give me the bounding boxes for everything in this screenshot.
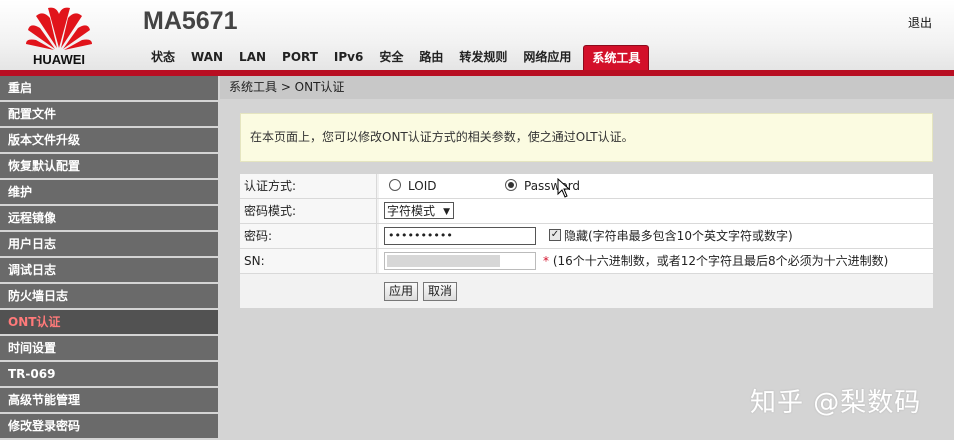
sidebar-item-ont-auth[interactable]: ONT认证 — [0, 310, 218, 334]
required-marker: * — [543, 254, 549, 268]
sidebar-item-restore-defaults[interactable]: 恢复默认配置 — [0, 154, 218, 178]
password-mode-label: 密码模式: — [240, 199, 377, 223]
top-nav: 状态 WAN LAN PORT IPv6 安全 路由 转发规则 网络应用 系统工… — [143, 45, 650, 70]
hide-password-checkbox[interactable]: ✓ — [549, 229, 561, 241]
sn-hint: * (16个十六进制数，或者12个字符且最后8个必须为十六进制数) — [543, 254, 889, 268]
huawei-petals-icon — [26, 7, 92, 50]
auth-method-label: 认证方式: — [240, 174, 377, 198]
breadcrumb-bar: 系统工具 > ONT认证 — [220, 76, 954, 99]
product-title: MA5671 — [143, 7, 238, 35]
password-input[interactable]: •••••••••• — [384, 227, 536, 245]
hide-password-hint: 隐藏(字符串最多包含10个英文字符或数字) — [564, 229, 793, 243]
password-radio[interactable] — [505, 179, 517, 191]
sn-row: SN: * (16个十六进制数，或者12个字符且最后8个必须为十六进制数) — [240, 249, 933, 274]
password-radio-label: Password — [524, 179, 581, 193]
sidebar-item-reboot[interactable]: 重启 — [0, 76, 218, 100]
sidebar-item-config-file[interactable]: 配置文件 — [0, 102, 218, 126]
breadcrumb: 系统工具 > ONT认证 — [229, 80, 345, 94]
sidebar-item-firmware-upgrade[interactable]: 版本文件升级 — [0, 128, 218, 152]
logout-link[interactable]: 退出 — [908, 14, 932, 31]
password-label: 密码: — [240, 224, 377, 248]
loid-radio[interactable] — [389, 179, 401, 191]
nav-network-apps[interactable]: 网络应用 — [515, 45, 579, 69]
nav-port[interactable]: PORT — [274, 45, 326, 69]
nav-lan[interactable]: LAN — [231, 45, 274, 69]
info-banner: 在本页面上，您可以修改ONT认证方式的相关参数，使之通过OLT认证。 — [240, 113, 933, 162]
sidebar-item-remote-mirror[interactable]: 远程镜像 — [0, 206, 218, 230]
sidebar-item-firewall-log[interactable]: 防火墙日志 — [0, 284, 218, 308]
sidebar-item-power-saving[interactable]: 高级节能管理 — [0, 388, 218, 412]
nav-status[interactable]: 状态 — [143, 45, 183, 69]
nav-wan[interactable]: WAN — [183, 45, 231, 69]
password-mode-row: 密码模式: 字符模式 ▼ — [240, 199, 933, 224]
button-row: 应用 取消 — [240, 274, 933, 308]
nav-security[interactable]: 安全 — [371, 45, 411, 69]
password-row: 密码: •••••••••• ✓ 隐藏(字符串最多包含10个英文字符或数字) — [240, 224, 933, 249]
ont-auth-form: 认证方式: LOID Password 密码模式: 字符模式 ▼ 密码: •••… — [240, 174, 933, 308]
sn-input[interactable] — [384, 252, 536, 270]
sidebar-item-debug-log[interactable]: 调试日志 — [0, 258, 218, 282]
password-mode-select[interactable]: 字符模式 ▼ — [384, 202, 454, 219]
nav-forward-rules[interactable]: 转发规则 — [451, 45, 515, 69]
sidebar-item-change-login-password[interactable]: 修改登录密码 — [0, 414, 218, 438]
sn-redacted-value — [387, 255, 500, 267]
sidebar-item-time-settings[interactable]: 时间设置 — [0, 336, 218, 360]
huawei-logo: HUAWEI — [18, 4, 100, 67]
header: HUAWEI MA5671 退出 状态 WAN LAN PORT IPv6 安全… — [0, 0, 954, 72]
auth-method-row: 认证方式: LOID Password — [240, 174, 933, 199]
sidebar-item-maintenance[interactable]: 维护 — [0, 180, 218, 204]
nav-route[interactable]: 路由 — [411, 45, 451, 69]
nav-ipv6[interactable]: IPv6 — [326, 45, 371, 69]
apply-button[interactable]: 应用 — [384, 282, 419, 301]
chevron-down-icon: ▼ — [443, 207, 450, 217]
sidebar-item-user-log[interactable]: 用户日志 — [0, 232, 218, 256]
watermark: 知乎 @梨数码 — [750, 388, 922, 418]
sidebar-item-tr069[interactable]: TR-069 — [0, 362, 218, 386]
mouse-pointer-icon — [557, 178, 571, 198]
sidebar: 重启 配置文件 版本文件升级 恢复默认配置 维护 远程镜像 用户日志 调试日志 … — [0, 76, 218, 440]
cancel-button[interactable]: 取消 — [423, 282, 458, 301]
sn-label: SN: — [240, 249, 377, 273]
nav-system-tools[interactable]: 系统工具 — [583, 45, 650, 70]
brand-name: HUAWEI — [33, 52, 85, 67]
loid-radio-label: LOID — [408, 179, 437, 193]
